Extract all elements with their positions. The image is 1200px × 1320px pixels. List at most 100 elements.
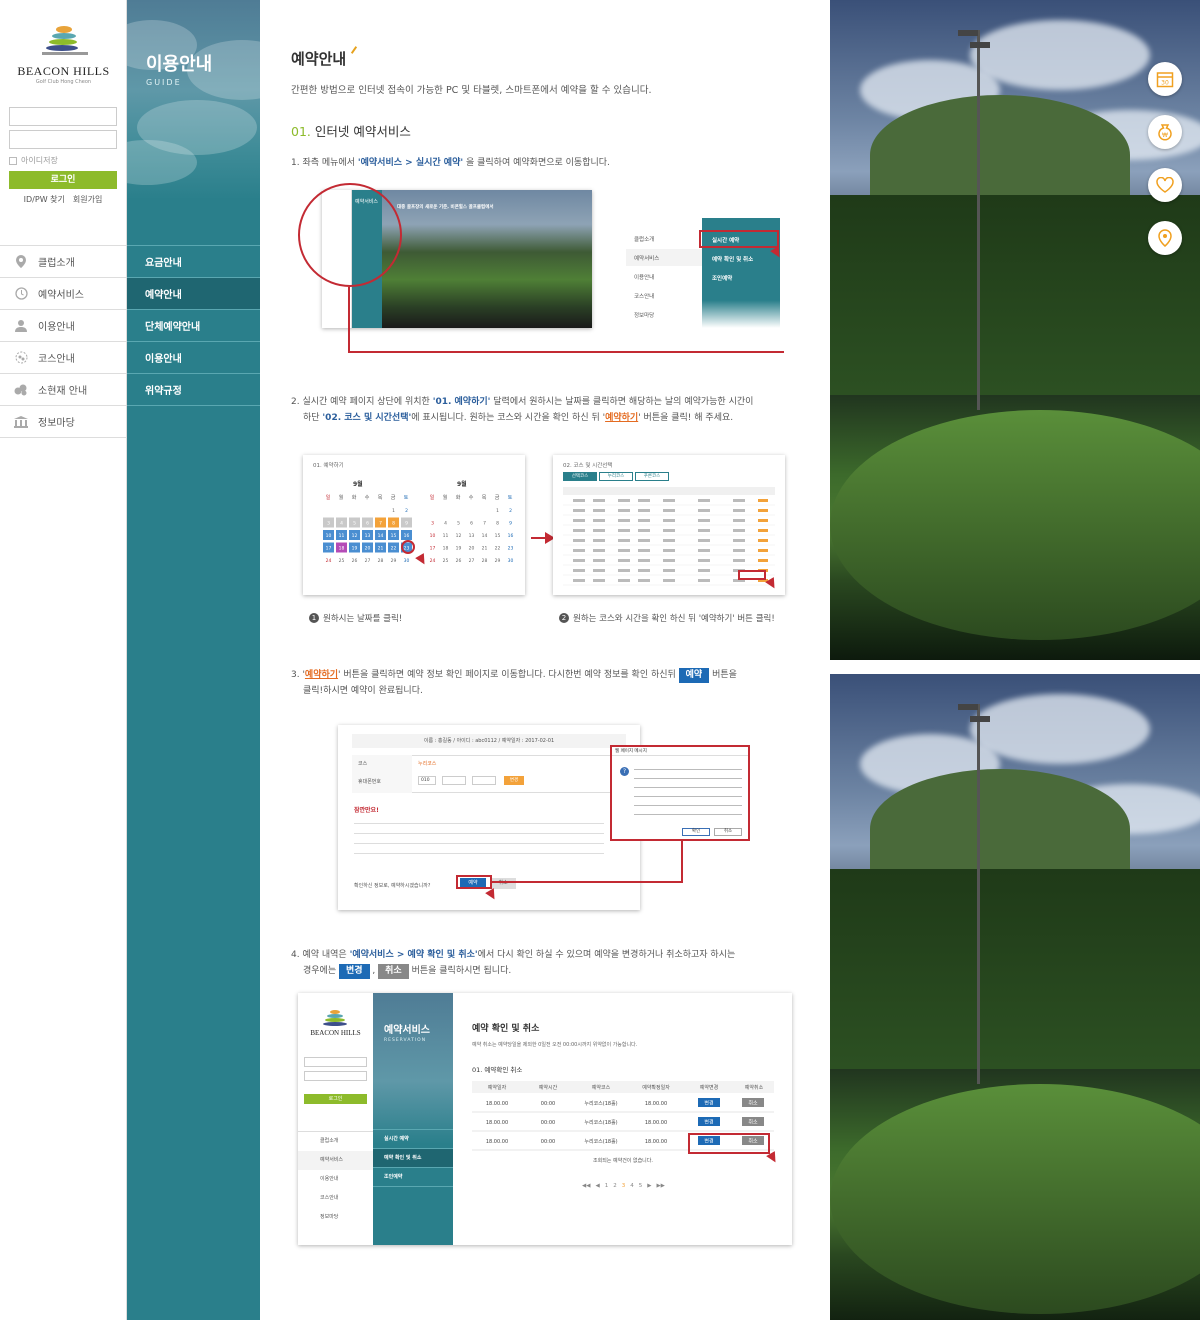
step-text: 버튼을 [709,670,737,680]
page-link[interactable]: 4 [630,1183,634,1189]
left-nav-label: 클럽소개 [38,258,75,269]
won-icon[interactable]: ₩ [1148,115,1182,149]
calendar-grid[interactable]: 일 월 화 수 목 금 토1 23 4 5 6 7 8 910 11 12 13 14 15 1617 18 19 20 21… [303,455,525,595]
step-text: 달력에서 원하시는 날짜를 클릭하면 해당하는 날의 예약가능한 시간이 [490,397,754,407]
res-col-header: 예약변경 [700,1084,718,1091]
phone-last-input[interactable] [472,776,496,785]
cal-day-header: 일 [430,494,435,501]
phone-mid-input[interactable] [442,776,466,785]
page-link[interactable]: 2 [613,1183,617,1189]
step-text: 을 클릭하여 예약화면으로 이동합니다. [463,158,610,168]
step-text: 에서 다시 확인 하실 수 있으며 예약을 변경하거나 취소하고자 하시는 [477,950,736,960]
res-col-header: 예약취소 [745,1084,764,1091]
left-nav-board[interactable]: 정보마당 [0,406,127,438]
step-text: 에 표시됩니다. 원하는 코스와 시간을 확인 하신 뒤 ' [411,413,606,423]
page-link[interactable]: ▶▶ [656,1183,664,1189]
page-link[interactable]: 1 [605,1183,609,1189]
notice-title: 잠깐만요! [354,807,379,814]
time-cell [758,549,768,552]
step-highlight: '02. 코스 및 시간선택' [322,413,412,423]
change-phone-button[interactable]: 변경 [504,776,524,785]
page-link[interactable]: ◀◀ [582,1183,590,1189]
sub-title: 이용안내 [146,54,213,75]
time-cell [638,509,650,512]
res-cell: 18.00.00 [645,1101,667,1107]
login-box: 아이디저장 로그인 ID/PW 찾기 회원가입 [9,107,117,205]
left-nav-course[interactable]: 코스안내 [0,342,127,374]
cal-day-number: 2 [509,508,512,514]
dialog-ok-button[interactable]: 확인 [682,828,710,836]
brand-logo[interactable]: BEACON HILLS Golf Club Hong Cheon [0,22,127,85]
cal-day-header: 토 [404,495,409,501]
cal-day-number: 24 [326,558,332,564]
time-cell [758,519,768,522]
step-text: 1. 좌측 메뉴에서 [291,158,358,168]
right-photo-panel [830,0,1200,1320]
screenshot-calendar: 01. 예약하기 9월 9월 일 월 화 수 목 금 토 1 2 3 4 5 6 7 8 9 10 11 12 13 1… [303,455,525,595]
time-cell [638,529,650,532]
phone-label: 휴대폰번호 [358,779,382,785]
res-cell: 00:00 [541,1101,555,1107]
left-nav-club[interactable]: 클럽소개 [0,246,127,278]
cancel-tag: 취소 [378,964,409,979]
sub-nav-group-reservation[interactable]: 단체예약안내 [127,310,260,342]
sub-nav-usage[interactable]: 이용안내 [127,342,260,374]
time-cell [618,559,630,562]
course-value: 누리코스 [418,761,437,767]
time-cell [573,519,585,522]
res-cell: 누리코스(18홀) [584,1100,617,1107]
cal-day-header: 토 [508,495,513,501]
sub-nav-fee[interactable]: 요금안내 [127,246,260,278]
calendar-icon[interactable]: 30 [1148,62,1182,96]
cal-day-number: 27 [365,558,371,564]
cal-day-number: 26 [456,558,462,564]
cal-day-header: 월 [443,494,448,501]
user-icon [14,319,28,333]
login-button[interactable]: 로그인 [9,171,117,189]
phone-prefix-select[interactable]: 010 [418,776,436,785]
page-link[interactable]: 3 [622,1183,626,1189]
time-cell [593,579,605,582]
page-link[interactable]: ◀ [595,1183,599,1189]
heart-icon[interactable] [1148,168,1182,202]
cal-day-number: 14 [378,533,384,539]
cal-day-number: 30 [508,558,514,564]
left-nav-reservation[interactable]: 예약서비스 [0,278,127,310]
step-highlight: '예약서비스 > 예약 확인 및 취소' [349,950,478,960]
left-nav-guide[interactable]: 이용안내 [0,310,127,342]
time-cell [733,509,745,512]
cal-day-number: 5 [353,521,356,527]
time-cell [593,549,605,552]
cal-day-number: 12 [456,533,462,539]
time-cell [733,539,745,542]
res-cell: 00:00 [541,1139,555,1145]
page-link[interactable]: ▶ [647,1183,651,1189]
page-link[interactable]: 5 [639,1183,643,1189]
password-input[interactable] [9,130,117,149]
join-link[interactable]: 회원가입 [73,194,102,205]
res-cell: 누리코스(18홀) [584,1119,617,1126]
left-nav-info[interactable]: 소현재 안내 [0,374,127,406]
time-cell [573,509,585,512]
reservation-table[interactable]: 예약일자 예약시간 예약코스 예약확정일자 예약변경 예약취소 18.00.00 00:00 누… [298,993,792,1245]
id-input[interactable] [9,107,117,126]
time-cell [698,559,710,562]
sub-nav-reservation-guide[interactable]: 예약안내 [127,278,260,310]
time-cell [733,529,745,532]
location-icon[interactable] [1148,221,1182,255]
course-label: 코스 [358,761,368,767]
step-text: 경우에는 [303,966,339,976]
find-id-pw-link[interactable]: ID/PW 찾기 [24,194,65,205]
shot1-sub-item: 예약 확인 및 취소 [712,257,754,263]
remember-id[interactable]: 아이디저장 [9,155,117,166]
step-text: 하단 [303,413,323,423]
dialog-cancel-button[interactable]: 취소 [714,828,742,836]
left-nav-label: 소현재 안내 [38,386,88,397]
sub-nav-penalty[interactable]: 위약규정 [127,374,260,406]
time-cell [733,519,745,522]
pagination[interactable]: ◀◀ ◀ 1 2 3 4 5 ▶ ▶▶ [582,1183,665,1189]
time-cell [593,529,605,532]
shot1-menu-item: 코스안내 [634,294,655,300]
step-text: ' 버튼을 클릭! 해 주세요. [638,413,734,423]
remember-checkbox[interactable] [9,156,17,165]
